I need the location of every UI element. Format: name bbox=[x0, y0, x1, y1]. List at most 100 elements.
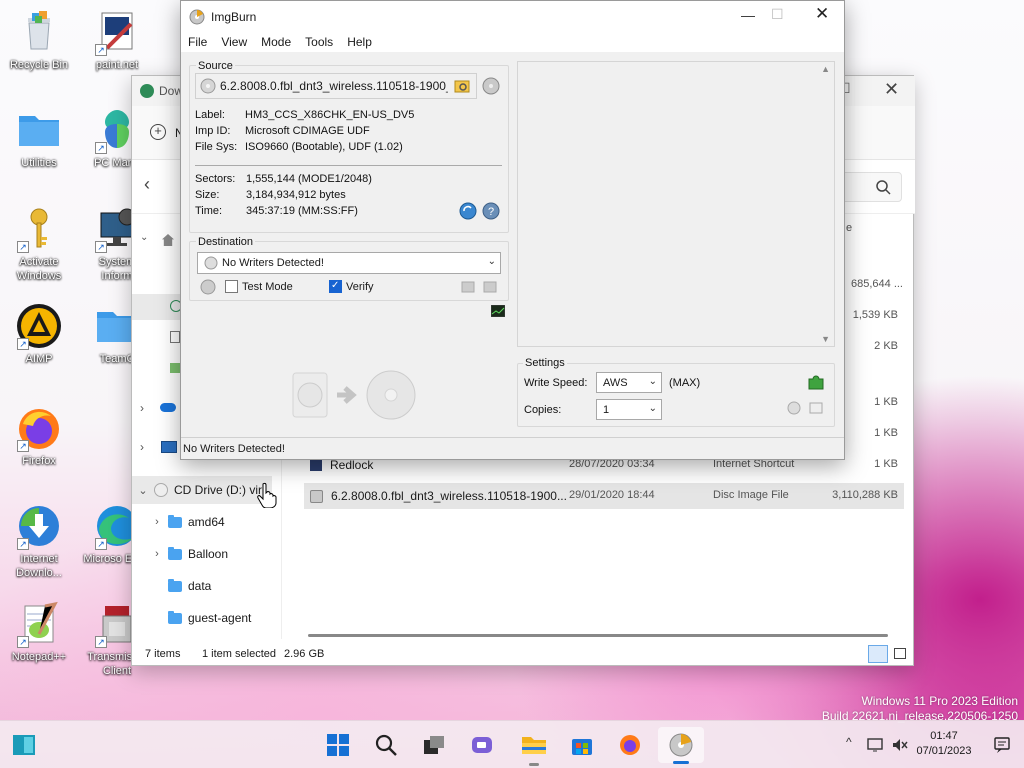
clock[interactable]: 01:47 07/01/2023 bbox=[910, 729, 978, 759]
chat-icon bbox=[472, 737, 492, 753]
key-icon: ↗ bbox=[15, 205, 63, 253]
verify-label: Verify bbox=[346, 280, 374, 293]
scroll-down-icon[interactable]: ▼ bbox=[821, 334, 830, 344]
start-button[interactable] bbox=[322, 729, 354, 761]
onedrive-icon[interactable] bbox=[160, 403, 176, 412]
scroll-up-icon[interactable]: ▲ bbox=[821, 64, 830, 74]
chevron-right-icon[interactable]: › bbox=[140, 440, 144, 454]
notifications-icon[interactable] bbox=[993, 736, 1011, 754]
active-indicator bbox=[673, 761, 689, 764]
chevron-right-icon[interactable]: › bbox=[140, 401, 144, 415]
back-arrow-icon[interactable]: ‹ bbox=[144, 174, 150, 195]
file-explorer-icon bbox=[522, 737, 546, 754]
network-icon[interactable] bbox=[867, 737, 883, 753]
menu-help[interactable]: Help bbox=[347, 35, 372, 49]
disc-icon bbox=[200, 78, 216, 94]
menu-tools[interactable]: Tools bbox=[305, 35, 333, 49]
maximize-icon[interactable]: ☐ bbox=[771, 6, 784, 23]
store-button[interactable] bbox=[566, 729, 598, 761]
status-selected: 1 item selected bbox=[202, 648, 276, 660]
nav-folder-data[interactable]: data bbox=[132, 572, 272, 600]
test-mode-label: Test Mode bbox=[242, 280, 293, 293]
copies-select[interactable]: 1 ⌄ bbox=[596, 399, 662, 420]
book-icon[interactable] bbox=[809, 401, 823, 415]
minimize-icon[interactable]: — bbox=[741, 7, 755, 23]
details-view-icon[interactable] bbox=[868, 645, 888, 663]
test-mode-checkbox[interactable]: Test Mode bbox=[225, 280, 293, 293]
size-key: Size: bbox=[195, 189, 220, 201]
close-icon[interactable]: ✕ bbox=[815, 4, 829, 24]
column-header-size[interactable]: e bbox=[846, 222, 852, 234]
drive-properties-icon[interactable] bbox=[200, 279, 216, 295]
verify-checkbox[interactable]: Verify bbox=[329, 280, 374, 293]
source-path: 6.2.8008.0.fbl_dnt3_wireless.110518-1900… bbox=[220, 79, 448, 93]
close-icon[interactable]: ✕ bbox=[884, 79, 899, 100]
menu-view[interactable]: View bbox=[221, 35, 247, 49]
horizontal-scrollbar[interactable] bbox=[308, 634, 888, 637]
menu-file[interactable]: File bbox=[188, 35, 207, 49]
file-size: 685,644 ... bbox=[851, 278, 903, 290]
menu-mode[interactable]: Mode bbox=[261, 35, 291, 49]
activate-windows-shortcut[interactable]: ↗ Activate Windows bbox=[4, 205, 74, 283]
tiles-view-icon[interactable] bbox=[894, 648, 906, 659]
nav-folder-guest-agent[interactable]: guest-agent bbox=[132, 604, 272, 632]
log-panel[interactable]: ▲ ▼ bbox=[517, 61, 835, 347]
desktop-icon-label: AIMP bbox=[25, 353, 53, 365]
source-path-field[interactable]: 6.2.8008.0.fbl_dnt3_wireless.110518-1900… bbox=[195, 73, 477, 99]
close-tray-icon[interactable] bbox=[482, 279, 498, 295]
new-icon[interactable]: + bbox=[150, 124, 166, 140]
destination-select[interactable]: No Writers Detected! ⌄ bbox=[197, 252, 501, 274]
nav-item-label: Balloon bbox=[188, 547, 229, 561]
info-icon[interactable]: ? bbox=[482, 202, 500, 220]
status-text: No Writers Detected! bbox=[183, 443, 285, 455]
clock-time: 01:47 bbox=[930, 730, 958, 742]
chevron-down-icon: ⌄ bbox=[648, 403, 657, 414]
microsoft-store-icon bbox=[572, 739, 592, 755]
verify-disc-icon[interactable] bbox=[787, 401, 801, 415]
source-label: Source bbox=[196, 60, 235, 72]
test-mode-box bbox=[225, 280, 238, 293]
documents-icon[interactable] bbox=[170, 331, 180, 343]
refresh-icon[interactable] bbox=[459, 202, 477, 220]
eject-icon[interactable] bbox=[460, 279, 476, 295]
downloads-icon bbox=[140, 84, 154, 98]
internet-download-shortcut[interactable]: ↗ Internet Downlo... bbox=[4, 502, 74, 580]
nav-folder-amd64[interactable]: › amd64 bbox=[132, 508, 272, 536]
write-speed-select[interactable]: AWS ⌄ bbox=[596, 372, 662, 393]
write-button[interactable] bbox=[291, 369, 417, 421]
file-name: 6.2.8008.0.fbl_dnt3_wireless.110518-1900… bbox=[331, 489, 567, 503]
utilities-folder[interactable]: Utilities bbox=[4, 106, 74, 170]
browse-file-icon[interactable] bbox=[454, 78, 470, 94]
eject-disc-icon[interactable] bbox=[482, 77, 500, 95]
volume-muted-icon[interactable] bbox=[891, 737, 909, 753]
aimp-shortcut[interactable]: ↗ AIMP bbox=[4, 302, 74, 366]
show-hidden-icons-icon[interactable]: ^ bbox=[846, 735, 852, 749]
chevron-down-icon[interactable]: ⌄ bbox=[140, 232, 148, 243]
imgburn-icon bbox=[669, 733, 693, 757]
folder-icon bbox=[15, 106, 63, 154]
teams-chat-button[interactable] bbox=[466, 729, 498, 761]
notepadpp-shortcut[interactable]: ↗ Notepad++ bbox=[4, 600, 74, 664]
firefox-taskbar[interactable] bbox=[614, 729, 646, 761]
firefox-shortcut[interactable]: ↗ Firefox bbox=[4, 404, 74, 468]
time-value: 345:37:19 (MM:SS:FF) bbox=[246, 205, 358, 217]
file-explorer-taskbar[interactable] bbox=[518, 729, 550, 766]
search-button[interactable] bbox=[370, 729, 402, 761]
this-pc-icon[interactable] bbox=[161, 441, 177, 453]
svg-text:?: ? bbox=[488, 206, 494, 218]
sectors-value: 1,555,144 (MODE1/2048) bbox=[246, 173, 372, 185]
paintnet-shortcut[interactable]: ↗ paint.net bbox=[82, 8, 152, 72]
widgets-button[interactable] bbox=[8, 729, 40, 761]
home-icon[interactable] bbox=[162, 234, 174, 246]
imgburn-titlebar: ImgBurn — ☐ ✕ bbox=[181, 1, 844, 32]
task-view-button[interactable] bbox=[418, 729, 450, 761]
table-row-selected[interactable]: 6.2.8008.0.fbl_dnt3_wireless.110518-1900… bbox=[304, 483, 904, 509]
nav-cd-drive[interactable]: ⌄ CD Drive (D:) vir bbox=[132, 476, 272, 504]
recycle-bin-shortcut[interactable]: Recycle Bin bbox=[4, 8, 74, 72]
desktop-icon-label: Firefox bbox=[22, 455, 56, 467]
graph-icon[interactable] bbox=[491, 305, 505, 317]
nav-folder-balloon[interactable]: › Balloon bbox=[132, 540, 272, 568]
imgburn-taskbar[interactable] bbox=[658, 727, 704, 764]
puzzle-settings-icon[interactable] bbox=[807, 373, 825, 391]
imgburn-window[interactable]: ImgBurn — ☐ ✕ File View Mode Tools Help … bbox=[180, 0, 845, 460]
